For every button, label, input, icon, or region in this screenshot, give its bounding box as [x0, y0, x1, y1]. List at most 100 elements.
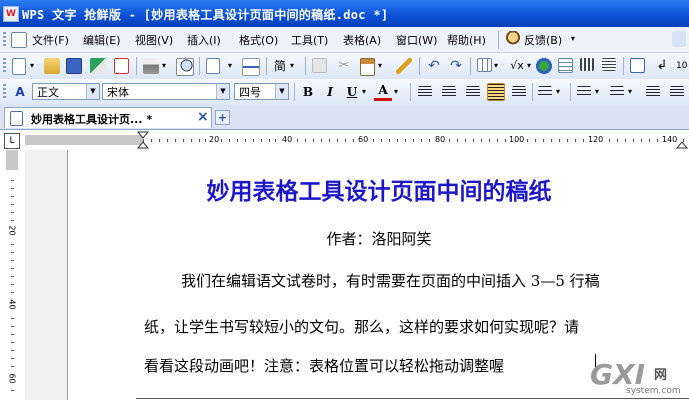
style-value: 正文	[37, 86, 59, 99]
bold-button[interactable]: B	[299, 83, 317, 101]
menu-tools[interactable]: 工具(T)	[291, 32, 328, 48]
ruler-label-20: 20	[209, 135, 220, 144]
save-icon[interactable]	[66, 58, 82, 74]
grid-icon[interactable]	[558, 58, 573, 73]
toolbar-separator	[570, 83, 571, 101]
copy-icon[interactable]	[312, 58, 327, 73]
print-preview-icon[interactable]	[176, 58, 194, 76]
menu-view[interactable]: 视图(V)	[135, 32, 173, 48]
tab-stop-selector[interactable]: L	[4, 133, 20, 149]
numbering-dropdown-icon[interactable]: ▾	[595, 87, 603, 103]
vruler-label-20: 20	[7, 225, 17, 236]
menu-separator	[498, 31, 499, 49]
columns-icon[interactable]	[580, 58, 594, 71]
format-painter-icon[interactable]	[396, 58, 412, 74]
toolbar-separator	[199, 57, 200, 75]
show-hide-icon[interactable]	[630, 58, 645, 73]
bullets-dropdown-icon[interactable]: ▾	[628, 87, 636, 103]
indent-markers[interactable]	[136, 131, 689, 149]
menu-help[interactable]: 帮助(H)	[447, 32, 486, 48]
toolbar-grip[interactable]	[3, 58, 6, 73]
font-size-select[interactable]: 四号 ▼	[234, 83, 289, 100]
underline-dropdown-icon[interactable]: ▾	[362, 87, 370, 103]
formula-icon[interactable]: √x	[506, 58, 528, 74]
increase-indent-icon[interactable]	[670, 86, 684, 98]
paragraph-line: 纸，让学生书写较短小的文句。那么，这样的要求如何实现呢？请	[144, 318, 580, 336]
distribute-icon[interactable]	[512, 86, 526, 98]
insert-object-icon[interactable]	[206, 58, 220, 74]
vertical-ruler[interactable]: 20 40 60	[0, 150, 26, 400]
font-color-button[interactable]: A	[374, 83, 392, 101]
ruler-label-120: 120	[588, 135, 604, 144]
menubar-dropdown-icon[interactable]: ▾	[571, 34, 579, 44]
paragraph-mark-icon[interactable]: ↲	[654, 58, 670, 74]
new-document-icon[interactable]	[12, 58, 26, 75]
tab-document[interactable]: 妙用表格工具设计页... * ×	[4, 107, 212, 128]
new-dropdown-icon[interactable]: ▾	[30, 61, 38, 77]
export-pdf-icon[interactable]	[114, 58, 129, 74]
send-mail-icon[interactable]	[90, 58, 106, 74]
menu-file[interactable]: 文件(F)	[32, 32, 69, 48]
paste-icon[interactable]	[360, 58, 375, 76]
print-dropdown-icon[interactable]: ▾	[162, 61, 170, 77]
zoom-icon[interactable]: 10	[676, 58, 689, 74]
table-dropdown-icon[interactable]: ▾	[494, 61, 502, 77]
standard-toolbar: ▾ ▾ ▾ 简 ▾ ✂ ▾ ↶ ↷ ▾ √x ▾ ↲ 10	[0, 53, 689, 80]
jian-dropdown-icon[interactable]: ▾	[290, 61, 298, 77]
print-icon[interactable]	[143, 58, 159, 74]
align-right-icon[interactable]	[466, 86, 480, 98]
align-center-icon[interactable]	[442, 86, 456, 98]
insert-dropdown-icon[interactable]: ▾	[228, 61, 236, 77]
align-left-icon[interactable]	[418, 86, 432, 98]
undo-icon[interactable]: ↶	[426, 58, 442, 74]
wps-app-icon[interactable]: W	[3, 6, 19, 22]
toolbar-separator	[305, 57, 306, 75]
justify-icon[interactable]	[487, 83, 505, 101]
line-spacing-icon[interactable]	[538, 86, 552, 98]
font-select[interactable]: 宋体 ▼	[102, 83, 230, 100]
italic-button[interactable]: I	[321, 83, 339, 101]
font-value: 宋体	[107, 86, 129, 99]
styles-icon[interactable]: A	[10, 84, 30, 100]
menu-window[interactable]: 窗口(W)	[396, 32, 437, 48]
font-color-dropdown-icon[interactable]: ▾	[394, 87, 402, 103]
decrease-indent-icon[interactable]	[646, 86, 660, 98]
menu-edit[interactable]: 编辑(E)	[83, 32, 121, 48]
window-titlebar[interactable]: W WPS 文字 抢鲜版 - [妙用表格工具设计页面中间的稿纸.doc *]	[0, 0, 689, 27]
style-select[interactable]: 正文 ▼	[32, 83, 100, 100]
cut-icon[interactable]: ✂	[336, 58, 352, 74]
paragraph-line: 看看这段动画吧！注意：表格位置可以轻松拖动调整喔	[144, 357, 505, 375]
document-tab-bar: 妙用表格工具设计页... * × +	[0, 105, 689, 130]
bullets-icon[interactable]	[610, 86, 624, 98]
menu-feedback[interactable]: 反馈(B)	[524, 32, 562, 48]
page-break-icon[interactable]	[242, 58, 260, 76]
chevron-down-icon[interactable]: ▼	[216, 84, 229, 99]
numbering-icon[interactable]	[577, 86, 591, 98]
format-toolbar-grip[interactable]	[3, 84, 6, 99]
redo-icon[interactable]: ↷	[448, 58, 464, 74]
insert-table-icon[interactable]	[477, 58, 492, 72]
document-map-icon[interactable]	[602, 58, 616, 71]
chevron-down-icon[interactable]: ▼	[86, 84, 99, 99]
new-tab-button[interactable]: +	[215, 110, 230, 125]
toolbar-separator	[410, 83, 411, 101]
chevron-down-icon[interactable]: ▼	[275, 84, 288, 99]
picture-icon[interactable]	[536, 58, 552, 74]
close-icon[interactable]: ×	[197, 109, 209, 125]
menubar-end-icon[interactable]	[672, 31, 686, 47]
horizontal-ruler[interactable]: 20 40 60 80 100 120 140	[25, 131, 689, 151]
menu-insert[interactable]: 插入(I)	[187, 32, 221, 48]
menu-format[interactable]: 格式(O)	[239, 32, 278, 48]
open-folder-icon[interactable]	[44, 58, 60, 74]
formula-dropdown-icon[interactable]: ▾	[527, 61, 535, 77]
feedback-icon[interactable]	[505, 31, 521, 47]
menu-table[interactable]: 表格(A)	[343, 32, 381, 48]
window-title: WPS 文字 抢鲜版 - [妙用表格工具设计页面中间的稿纸.doc *]	[22, 8, 389, 22]
underline-button[interactable]: U	[343, 83, 361, 101]
line-spacing-dropdown-icon[interactable]: ▾	[556, 87, 564, 103]
menubar-grip[interactable]	[3, 32, 6, 47]
font-size-value: 四号	[239, 86, 261, 99]
simplified-chinese-icon[interactable]: 简	[272, 58, 288, 74]
paste-dropdown-icon[interactable]: ▾	[378, 61, 386, 77]
toolbar-separator	[136, 57, 137, 75]
